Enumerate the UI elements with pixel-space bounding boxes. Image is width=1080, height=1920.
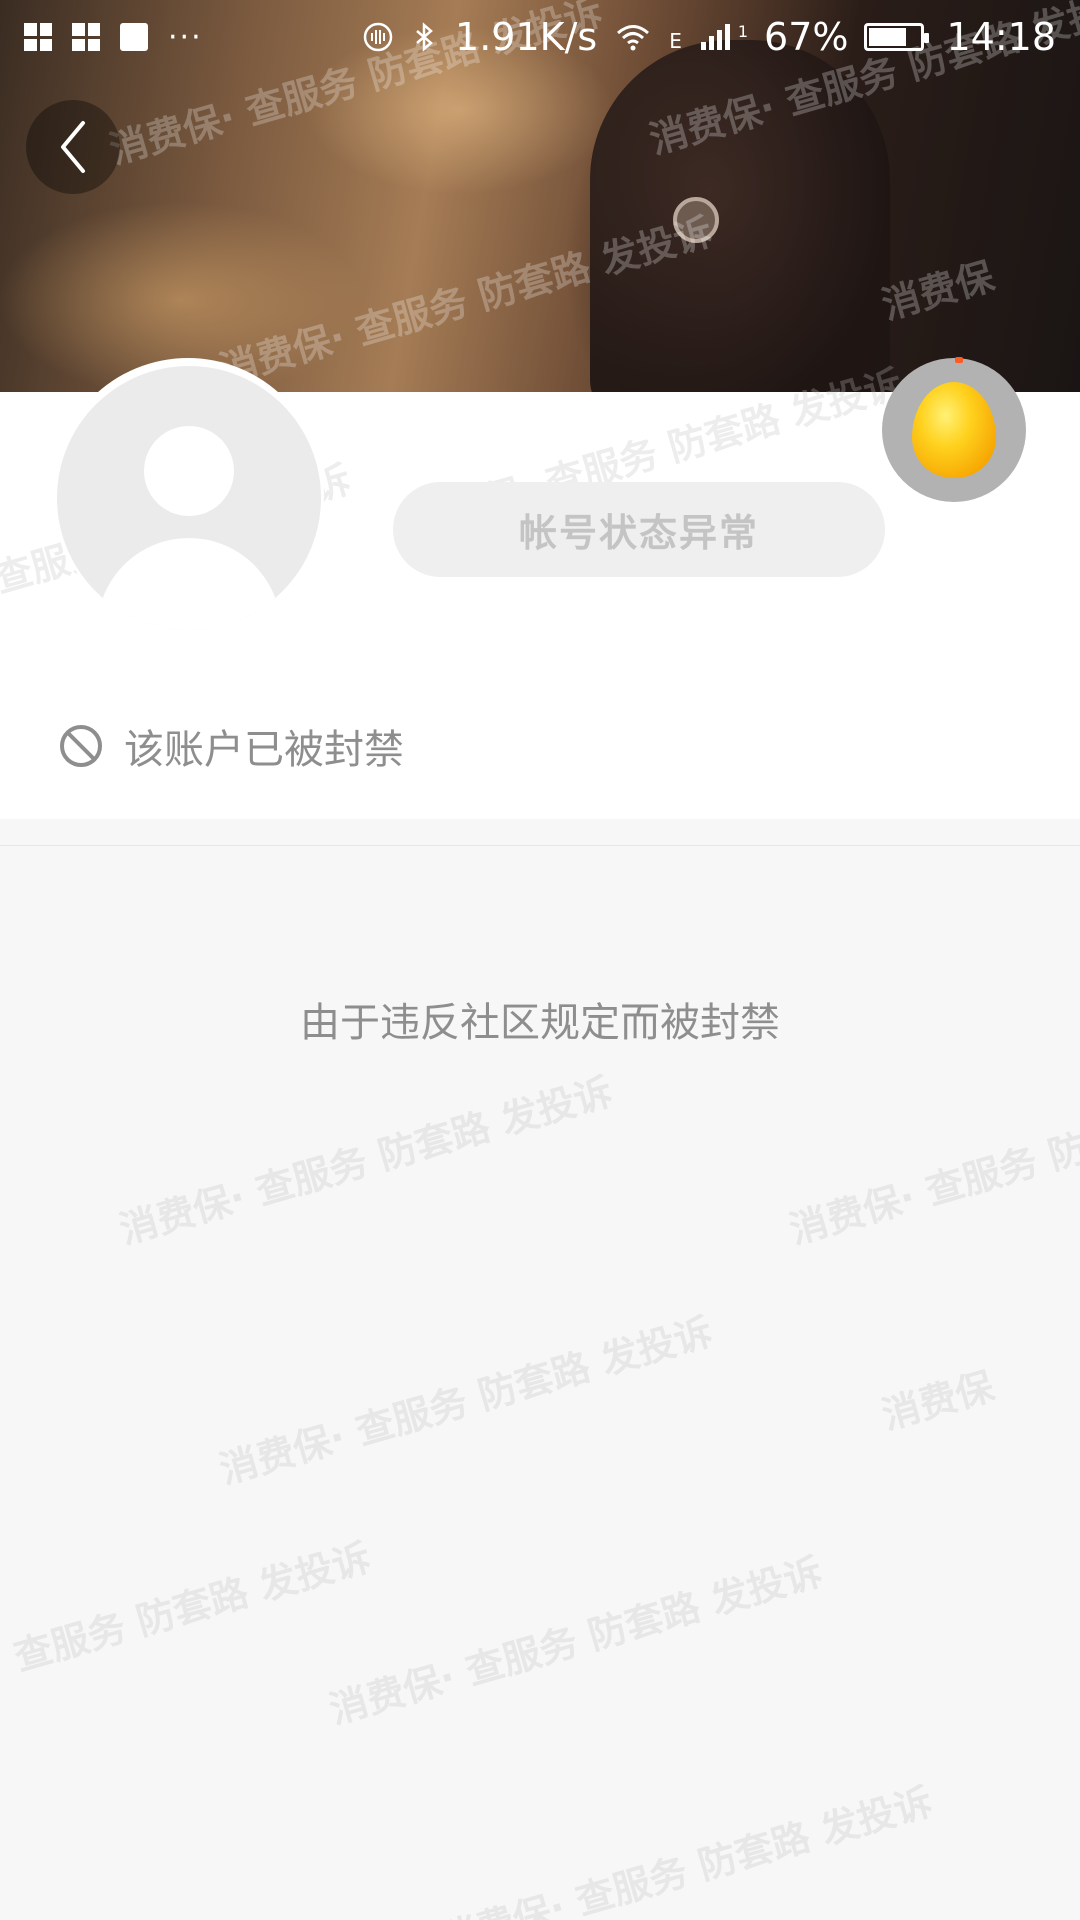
banned-text: 该账户已被封禁 [124, 727, 404, 773]
notification-dot [955, 357, 963, 363]
watermark: 消费保· 查服务 防套路 发投诉 [784, 1069, 1080, 1253]
signal-icon [700, 24, 730, 50]
wifi-icon [617, 25, 650, 51]
network-speed: 1.91K/s [455, 15, 598, 59]
golden-egg-icon [912, 382, 996, 478]
account-status-button[interactable]: 帐号状态异常 [393, 482, 885, 577]
back-button[interactable] [26, 100, 120, 194]
ban-reason-text: 由于违反社区规定而被封禁 [300, 1000, 780, 1046]
battery-percent: 67% [764, 15, 849, 59]
bluetooth-icon [416, 22, 433, 52]
avatar-head [144, 426, 234, 516]
image-icon [120, 23, 148, 51]
watermark: 消费保· 查服务 防套路 发投诉 [114, 1069, 618, 1253]
scooter-silhouette [590, 40, 890, 392]
more-dots-icon: ··· [168, 19, 203, 55]
watermark: 消费保· 查服务 防套路 发投诉 [324, 1549, 828, 1733]
watermark: · 查服务 防套路 发投诉 [0, 1535, 376, 1687]
avatar[interactable] [57, 366, 321, 630]
network-type: E [669, 29, 682, 53]
banned-notice: 该账户已被封禁 [58, 720, 404, 773]
section-divider [0, 845, 1080, 846]
chevron-left-icon [61, 121, 85, 173]
clock: 14:18 [946, 15, 1056, 59]
watermark: 消费保· 查服务 防套路 发投诉 [214, 1309, 718, 1493]
scooter-lamp [673, 197, 719, 243]
app-grid-icon [24, 23, 52, 51]
battery-icon [864, 23, 930, 51]
status-bar: ··· 1.91K/s E 1 67% 14:18 [0, 0, 1080, 74]
watermark: 消费保· 查服务 防套路 发投诉 [435, 1779, 938, 1920]
avatar-body [97, 538, 281, 630]
watermark: 消费保 [877, 1364, 999, 1438]
sim-slot: 1 [737, 22, 749, 41]
nfc-icon [363, 22, 393, 52]
ban-icon [60, 725, 102, 767]
account-status-label: 帐号状态异常 [518, 511, 759, 555]
app-grid-icon [72, 23, 100, 51]
watermark: 消费保 [877, 254, 999, 328]
golden-egg-button[interactable] [882, 358, 1026, 502]
